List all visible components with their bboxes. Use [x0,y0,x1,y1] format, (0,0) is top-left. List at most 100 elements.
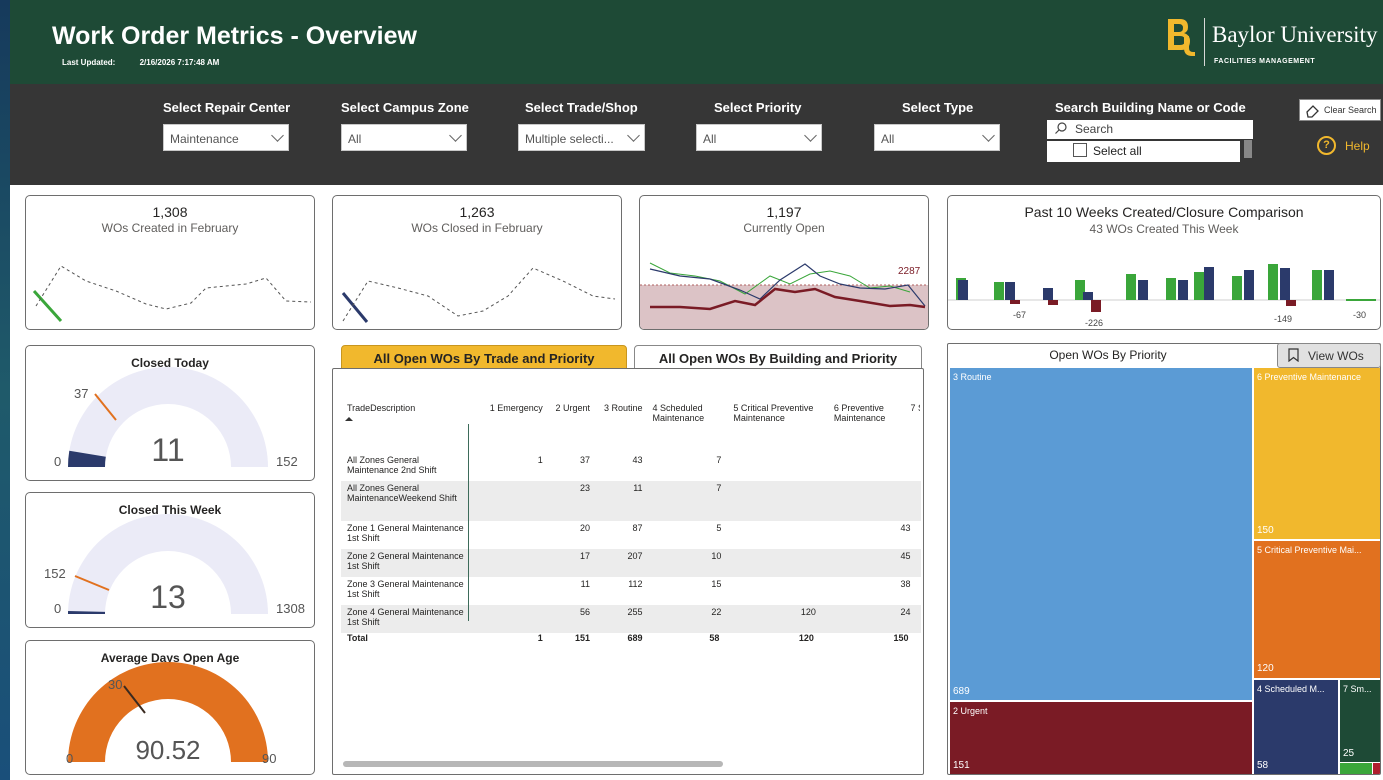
total-cell: 58 [709,633,720,643]
treemap-tiny-red[interactable] [1373,763,1380,774]
kpi-closed-card[interactable]: 1,263 WOs Closed in February [332,195,622,330]
treemap-critical-value: 120 [1257,663,1274,674]
type-dropdown[interactable]: All [874,124,1000,151]
total-cell: 120 [798,633,814,643]
treemap-critical[interactable]: 5 Critical Preventive Mai... 120 [1254,541,1380,678]
trade-priority-table[interactable]: TradeDescription 1 Emergency 2 Urgent 3 … [332,368,924,775]
col-header[interactable]: 2 Urgent [543,403,590,453]
comparison-bar [1091,300,1101,312]
treemap-routine[interactable]: 3 Routine 689 [950,368,1252,700]
col-header[interactable]: 6 Preventive Maintenance [816,403,911,453]
closed-today-card[interactable]: Closed Today 37 0 152 11 [25,345,315,481]
comparison-bar [1005,282,1015,300]
repair-center-label: Select Repair Center [163,100,291,115]
trade-shop-dropdown[interactable]: Multiple selecti... [518,124,645,151]
col-header[interactable]: 5 Critical Preventive Maintenance [721,403,816,453]
sort-ascending-icon[interactable] [345,417,353,421]
table-row[interactable]: All Zones General MaintenanceWeekend Shi… [341,481,921,521]
campus-zone-dropdown[interactable]: All [341,124,467,151]
total-cell: 1 [537,633,543,643]
total-cell [910,633,921,649]
comparison-bar [1286,300,1296,306]
table-cell: 24 [900,607,911,617]
treemap-tiny-green[interactable] [1340,763,1372,774]
table-row[interactable]: Zone 4 General Maintenance 1st Shift 56 25… [341,605,921,633]
closed-week-card[interactable]: Closed This Week 152 0 1308 13 [25,492,315,628]
table-cell [910,577,921,605]
comparison-bar [1232,276,1242,300]
horizontal-scrollbar[interactable] [343,761,723,767]
comparison-bar [1138,280,1148,300]
col-header[interactable]: 7 S Pro [910,403,921,453]
treemap-card[interactable]: Open WOs By Priority 3 Routine 689 2 Urg… [947,343,1381,775]
total-cell: 151 [574,633,591,643]
kpi-open-card[interactable]: 1,197 Currently Open 2287 [639,195,929,330]
list-scrollbar[interactable] [1244,140,1252,158]
comparison-bar [1166,278,1176,300]
matrix-table: TradeDescription 1 Emergency 2 Urgent 3 … [341,403,921,649]
priority-label: Select Priority [714,100,802,115]
treemap-urgent-value: 151 [953,760,970,771]
table-cell: 22 [711,607,722,617]
closed-week-max: 1308 [276,601,305,616]
table-cell: 255 [627,607,643,617]
col-header[interactable]: TradeDescription [341,403,469,453]
table-row[interactable]: Zone 2 General Maintenance 1st Shift 17 20… [341,549,921,577]
select-all-checkbox[interactable] [1073,143,1087,157]
avg-age-card[interactable]: Average Days Open Age 30 0 90 90.52 [25,640,315,775]
table-row[interactable]: Zone 1 General Maintenance 1st Shift 20 87… [341,521,921,549]
comparison-bar [958,280,968,300]
comparison-label-3: -149 [1274,314,1293,324]
logo-name: Baylor University [1212,22,1378,47]
col-header[interactable]: 3 Routine [590,403,643,453]
table-cell [469,481,543,521]
treemap-scheduled-label: 4 Scheduled M... [1257,684,1325,694]
treemap-scheduled[interactable]: 4 Scheduled M... 58 [1254,680,1338,774]
comparison-bar [1204,267,1214,300]
comparison-bar [1268,264,1278,300]
campus-zone-label: Select Campus Zone [341,100,469,115]
treemap-urgent[interactable]: 2 Urgent 151 [950,702,1252,774]
clear-search-button[interactable]: Clear Search [1299,99,1381,121]
select-all-option[interactable]: Select all [1047,141,1240,162]
table-cell: 112 [628,579,643,589]
kpi-created-card[interactable]: 1,308 WOs Created in February [25,195,315,330]
open-annotation: 2287 [898,266,921,277]
treemap-preventive-value: 150 [1257,525,1274,536]
created-sparkline [32,265,312,323]
comparison-card[interactable]: Past 10 Weeks Created/Closure Comparison… [947,195,1381,330]
page-title: Work Order Metrics - Overview [52,22,417,50]
col-header[interactable]: 4 Scheduled Maintenance [643,403,722,453]
total-cell: 150 [893,633,909,643]
treemap-routine-value: 689 [953,686,970,697]
table-row[interactable]: Zone 3 General Maintenance 1st Shift 11 11… [341,577,921,605]
baylor-logo: Baylor University FACILITIES MANAGEMENT [1160,14,1382,70]
chevron-down-icon [271,129,284,142]
repair-center-value: Maintenance [170,132,239,146]
priority-value: All [703,132,717,146]
comparison-bar [1048,300,1058,305]
table-cell: 56 [580,607,591,617]
col-header[interactable]: 1 Emergency [469,403,543,453]
table-cell [910,605,921,633]
chevron-down-icon [982,129,995,142]
tab-building-label: All Open WOs By Building and Priority [658,351,898,366]
repair-center-dropdown[interactable]: Maintenance [163,124,289,151]
table-row[interactable]: All Zones General Maintenance 2nd Shift 1… [341,453,921,481]
col-header-truncated: 7 S Pro [910,403,920,413]
select-all-label: Select all [1093,144,1142,158]
table-cell: 1 [537,455,543,465]
view-wos-button[interactable]: View WOs [1277,343,1381,368]
closed-today-value: 11 [151,432,185,468]
comparison-bar [1346,299,1376,301]
treemap-preventive[interactable]: 6 Preventive Maintenance 150 [1254,368,1380,539]
table-cell [910,453,921,481]
treemap-small[interactable]: 7 Sm... 25 [1340,680,1380,762]
table-cell: 37 [580,455,591,465]
table-cell [721,481,816,521]
building-search-input[interactable]: Search [1047,120,1253,139]
priority-dropdown[interactable]: All [696,124,822,151]
closed-sparkline [341,267,616,323]
comparison-bar [1010,300,1020,304]
table-cell [469,605,543,633]
